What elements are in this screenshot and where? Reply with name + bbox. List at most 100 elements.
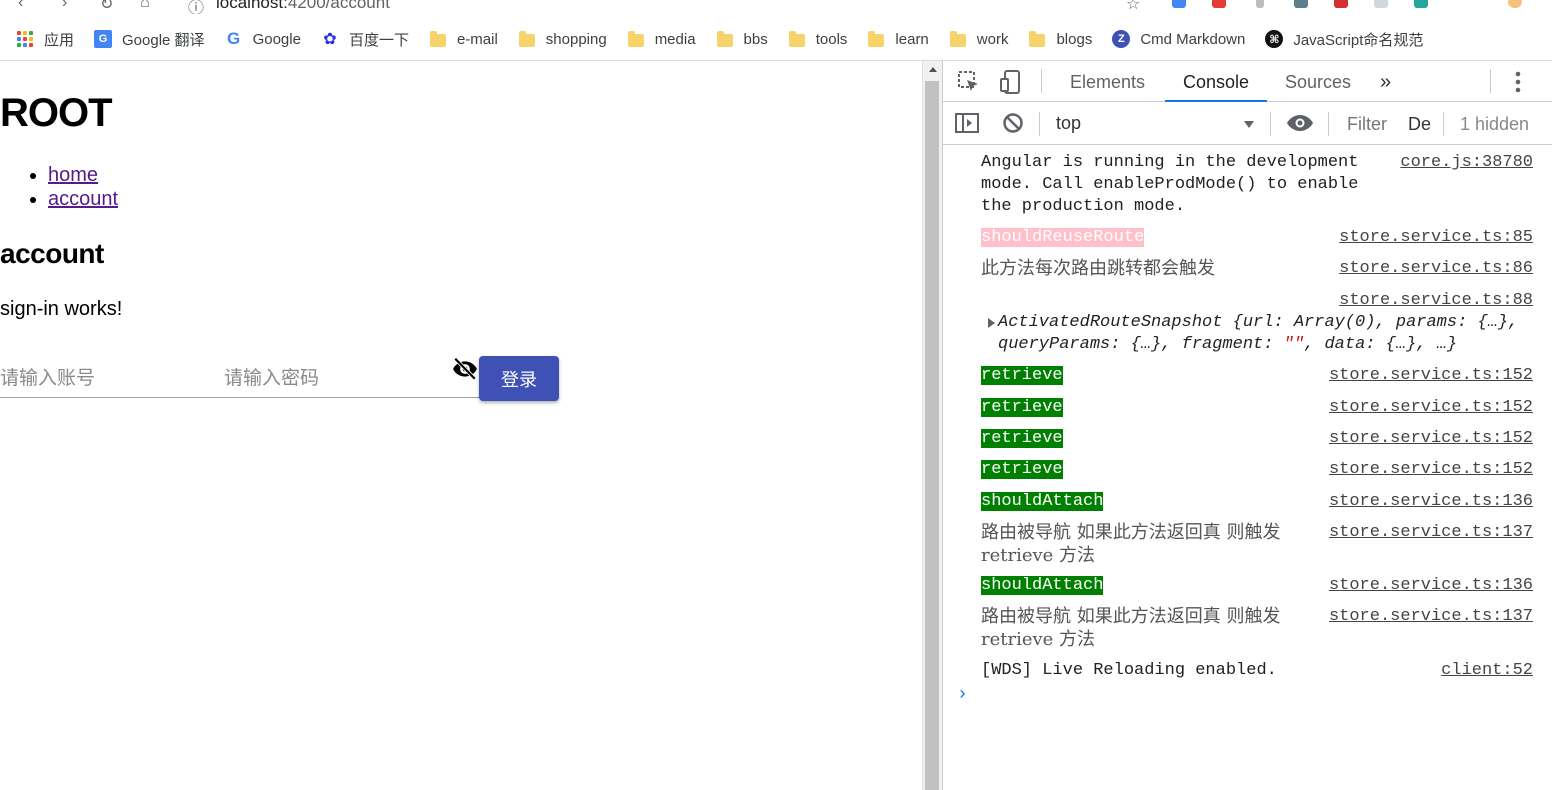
nav-item-home: home (48, 163, 118, 187)
back-icon[interactable]: ‹ (18, 0, 23, 12)
log-source-link[interactable]: store.service.ts:136 (1329, 575, 1533, 597)
scrollbar-thumb[interactable] (925, 81, 939, 790)
tab-console[interactable]: Console (1164, 61, 1268, 102)
bookmark-baidu[interactable]: ✿ 百度一下 (321, 29, 409, 50)
log-entry: 路由被导航 如果此方法返回真 则触发 retrieve 方法 store.ser… (981, 605, 1543, 651)
browser-toolbar: ‹ › ↻ ⌂ ⓘ localhost:4200/account ☆ (0, 0, 1552, 14)
reload-icon[interactable]: ↻ (100, 0, 113, 14)
folder-icon (716, 30, 734, 48)
bookmark-bbs[interactable]: bbs (716, 30, 768, 48)
scroll-up-arrow-icon[interactable] (929, 67, 937, 72)
bookmark-label: learn (895, 30, 929, 48)
bookmark-cmd-markdown[interactable]: Z Cmd Markdown (1112, 30, 1245, 48)
log-source-link[interactable]: client:52 (1441, 660, 1533, 682)
folder-icon (949, 30, 967, 48)
log-source-link[interactable]: store.service.ts:152 (1329, 365, 1533, 387)
log-entry: ActivatedRouteSnapshot {url: Array(0), p… (988, 312, 1546, 356)
bookmark-label: tools (815, 30, 848, 48)
log-message: 路由被导航 如果此方法返回真 则触发 retrieve 方法 (981, 606, 1281, 650)
more-tabs-icon[interactable]: » (1380, 61, 1391, 101)
log-entry: retrieve store.service.ts:152 (981, 365, 1543, 387)
bookmark-label: Cmd Markdown (1140, 30, 1246, 48)
log-message: retrieve (981, 366, 1063, 385)
nav-link-account[interactable]: account (48, 188, 118, 210)
log-message: shouldAttach (981, 492, 1104, 511)
address-path: 4200/account (287, 0, 390, 12)
clear-console-icon[interactable] (1002, 112, 1024, 134)
google-translate-icon: G (94, 30, 113, 48)
chevron-down-icon[interactable] (1244, 121, 1254, 128)
extension-icon[interactable] (1212, 0, 1226, 8)
site-info-icon[interactable]: ⓘ (188, 0, 204, 14)
log-source-link[interactable]: store.service.ts:136 (1329, 491, 1533, 513)
log-message: 路由被导航 如果此方法返回真 则触发 retrieve 方法 (981, 522, 1281, 566)
log-source-link[interactable]: store.service.ts:152 (1329, 397, 1533, 419)
log-source-link[interactable]: store.service.ts:85 (1339, 227, 1533, 249)
extension-icon[interactable] (1414, 0, 1428, 8)
log-message: 此方法每次路由跳转都会触发 (981, 258, 1215, 279)
context-selector[interactable]: top (1056, 113, 1081, 134)
inspect-element-icon[interactable] (957, 70, 981, 94)
log-message: retrieve (981, 398, 1063, 417)
login-button[interactable]: 登录 (479, 356, 559, 401)
forward-icon[interactable]: › (62, 0, 67, 12)
bookmark-label: work (976, 30, 1009, 48)
console-filter-input[interactable]: Filter (1347, 114, 1387, 135)
tab-sources[interactable]: Sources (1285, 61, 1351, 101)
bookmark-google[interactable]: G Google (225, 29, 301, 48)
status-text: sign-in works! (0, 298, 123, 320)
bookmark-learn[interactable]: learn (867, 30, 929, 48)
bookmark-shopping[interactable]: shopping (518, 30, 607, 48)
log-source-link[interactable]: store.service.ts:137 (1329, 521, 1533, 544)
expand-object-icon[interactable] (988, 318, 995, 328)
extension-icon[interactable] (1374, 0, 1388, 8)
log-message: retrieve (981, 460, 1063, 479)
bookmark-media[interactable]: media (627, 30, 696, 48)
bookmark-work[interactable]: work (949, 30, 1009, 48)
log-entry: retrieve store.service.ts:152 (981, 397, 1543, 419)
log-message: [WDS] Live Reloading enabled. (981, 661, 1277, 680)
console-prompt[interactable]: › (957, 685, 968, 705)
device-toolbar-icon[interactable] (999, 69, 1023, 95)
bookmark-js-naming[interactable]: ⌘ JavaScript命名规范 (1265, 29, 1423, 50)
adblock-icon[interactable] (1334, 0, 1348, 8)
bookmark-google-translate[interactable]: G Google 翻译 (94, 29, 205, 50)
extension-icon[interactable] (1256, 0, 1264, 8)
bookmark-star-icon[interactable]: ☆ (1126, 0, 1140, 14)
kebab-menu-icon[interactable] (1513, 71, 1523, 93)
tab-elements[interactable]: Elements (1070, 61, 1145, 101)
log-message: shouldReuseRoute (981, 228, 1145, 247)
log-source-link[interactable]: store.service.ts:152 (1329, 459, 1533, 481)
address-host: localhost: (216, 0, 288, 12)
extension-icon[interactable] (1294, 0, 1308, 8)
log-entry: core.js:38780 Angular is running in the … (981, 152, 1543, 218)
bookmark-tools[interactable]: tools (788, 30, 848, 48)
divider (1443, 112, 1444, 136)
bookmark-blogs[interactable]: blogs (1028, 30, 1092, 48)
log-entry: shouldAttach store.service.ts:136 (981, 491, 1543, 513)
root-title: ROOT (0, 91, 113, 135)
log-levels-dropdown[interactable]: De (1408, 114, 1431, 135)
github-icon: ⌘ (1265, 30, 1284, 48)
log-source-link[interactable]: core.js:38780 (1400, 152, 1533, 174)
profile-avatar[interactable] (1508, 0, 1522, 8)
address-bar[interactable]: localhost:4200/account (216, 0, 390, 13)
log-source-link[interactable]: store.service.ts:137 (1329, 605, 1533, 628)
sidebar-toggle-icon[interactable] (955, 113, 979, 133)
page-scrollbar[interactable] (922, 61, 942, 790)
account-input[interactable] (0, 356, 224, 396)
log-source-link[interactable]: store.service.ts:88 (1339, 290, 1533, 312)
home-icon[interactable]: ⌂ (140, 0, 150, 12)
log-source-link[interactable]: store.service.ts:86 (1339, 257, 1533, 281)
bookmark-apps[interactable]: 应用 (16, 29, 74, 50)
log-object[interactable]: ActivatedRouteSnapshot {url: Array(0), p… (998, 312, 1546, 356)
bookmark-email[interactable]: e-mail (429, 30, 498, 48)
log-message: shouldAttach (981, 576, 1104, 595)
live-expression-eye-icon[interactable] (1286, 114, 1314, 132)
nav-link-home[interactable]: home (48, 164, 98, 186)
extension-icon[interactable] (1172, 0, 1186, 8)
bookmark-label: e-mail (456, 30, 498, 48)
password-input[interactable] (224, 356, 480, 396)
log-source-link[interactable]: store.service.ts:152 (1329, 428, 1533, 450)
visibility-off-icon[interactable] (450, 356, 480, 382)
